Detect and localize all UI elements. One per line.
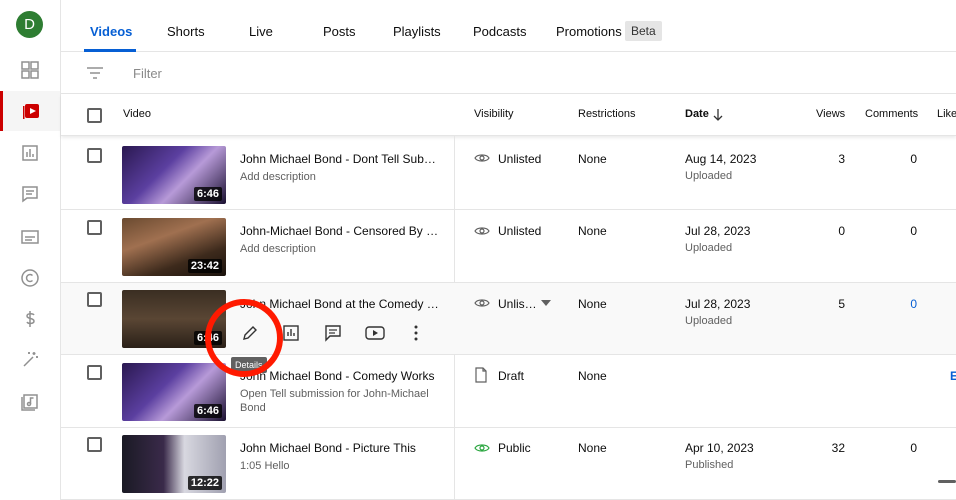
select-all-checkbox[interactable] (87, 108, 102, 123)
video-description[interactable]: Add description (240, 170, 440, 184)
video-thumbnail[interactable]: 6:46 (122, 363, 226, 421)
document-icon (475, 367, 487, 383)
subtitles-icon[interactable] (0, 217, 60, 257)
analytics-icon[interactable] (282, 324, 300, 342)
customization-icon[interactable] (0, 340, 60, 380)
eye-icon (474, 154, 490, 162)
column-restrictions[interactable]: Restrictions (578, 108, 635, 120)
horizontal-scrollbar[interactable] (938, 480, 956, 483)
highlight-circle (205, 299, 283, 377)
views-value: 0 (838, 224, 845, 238)
views-value: 32 (831, 441, 845, 455)
visibility-dropdown[interactable]: Unlis… (498, 297, 537, 311)
video-thumbnail[interactable]: 6:46 (122, 146, 226, 204)
video-duration: 6:46 (193, 187, 222, 201)
date-value: Apr 10, 2023 (685, 441, 754, 455)
video-description[interactable]: Open Tell submission for John-Michael Bo… (240, 387, 435, 415)
date-value: Aug 14, 2023 (685, 152, 757, 166)
avatar[interactable]: D (16, 11, 43, 38)
eye-icon (474, 299, 490, 307)
column-comments[interactable]: Comments (865, 108, 918, 120)
video-duration: 12:22 (187, 476, 222, 490)
video-description[interactable]: Add description (240, 242, 440, 256)
visibility-value[interactable]: Unlisted (498, 224, 541, 238)
comments-icon[interactable] (0, 174, 60, 214)
filter-icon[interactable] (86, 66, 104, 80)
row-checkbox[interactable] (87, 220, 102, 235)
comments-value: 0 (910, 441, 917, 455)
copyright-icon[interactable] (0, 258, 60, 298)
video-thumbnail[interactable]: 23:42 (122, 218, 226, 276)
chevron-down-icon[interactable] (541, 300, 551, 306)
eye-icon (474, 227, 490, 235)
edit-draft-link[interactable]: E (950, 369, 956, 383)
views-value: 3 (838, 152, 845, 166)
comments-link[interactable]: 0 (910, 297, 917, 311)
tab-posts[interactable]: Posts (323, 24, 356, 39)
content-icon[interactable] (0, 91, 60, 131)
tab-promotions[interactable]: Promotions (556, 24, 622, 39)
row-checkbox[interactable] (87, 292, 102, 307)
upload-status: Uploaded (685, 315, 733, 327)
date-value: Jul 28, 2023 (685, 297, 751, 311)
visibility-value: Draft (498, 369, 525, 383)
analytics-icon[interactable] (0, 133, 60, 173)
views-value: 5 (838, 297, 845, 311)
video-title[interactable]: John Michael Bond - Picture This (240, 441, 440, 455)
column-views[interactable]: Views (816, 108, 845, 120)
tab-videos[interactable]: Videos (90, 24, 132, 39)
earn-icon[interactable] (0, 299, 60, 339)
row-checkbox[interactable] (87, 365, 102, 380)
video-duration: 23:42 (187, 259, 222, 273)
restrictions-value: None (578, 152, 607, 166)
upload-status: Uploaded (685, 170, 733, 182)
youtube-play-icon[interactable] (365, 324, 385, 342)
eye-icon (474, 444, 490, 452)
restrictions-value: None (578, 297, 607, 311)
row-checkbox[interactable] (87, 437, 102, 452)
upload-status: Published (685, 459, 734, 471)
video-duration: 6:46 (193, 404, 222, 418)
video-title[interactable]: John Michael Bond - Comedy Works (240, 369, 440, 383)
audio-library-icon[interactable] (0, 381, 60, 421)
visibility-value[interactable]: Public (498, 441, 531, 455)
row-checkbox[interactable] (87, 148, 102, 163)
restrictions-value: None (578, 224, 607, 238)
restrictions-value: None (578, 441, 607, 455)
video-title[interactable]: John Michael Bond - Dont Tell Submis… (240, 152, 440, 166)
column-likes[interactable]: Like (937, 108, 956, 120)
tab-shorts[interactable]: Shorts (167, 24, 205, 39)
visibility-value[interactable]: Unlisted (498, 152, 541, 166)
restrictions-value: None (578, 369, 607, 383)
video-description[interactable]: 1:05 Hello (240, 459, 440, 473)
column-visibility[interactable]: Visibility (474, 108, 514, 120)
tab-live[interactable]: Live (249, 24, 273, 39)
comments-value: 0 (910, 152, 917, 166)
beta-badge: Beta (625, 21, 662, 41)
dashboard-icon[interactable] (0, 50, 60, 90)
video-thumbnail[interactable]: 12:22 (122, 435, 226, 493)
comments-value: 0 (910, 224, 917, 238)
column-date[interactable]: Date (685, 108, 709, 120)
column-video: Video (123, 108, 151, 120)
video-title[interactable]: John-Michael Bond - Censored By My … (240, 224, 440, 238)
sort-down-icon[interactable] (712, 108, 724, 121)
date-value: Jul 28, 2023 (685, 224, 751, 238)
left-rail: D (0, 0, 61, 500)
more-options-icon[interactable] (410, 324, 422, 342)
filter-input[interactable]: Filter (133, 66, 162, 81)
tab-podcasts[interactable]: Podcasts (473, 24, 526, 39)
comments-icon[interactable] (324, 324, 342, 342)
filter-bar (61, 52, 956, 94)
tab-playlists[interactable]: Playlists (393, 24, 441, 39)
upload-status: Uploaded (685, 242, 733, 254)
